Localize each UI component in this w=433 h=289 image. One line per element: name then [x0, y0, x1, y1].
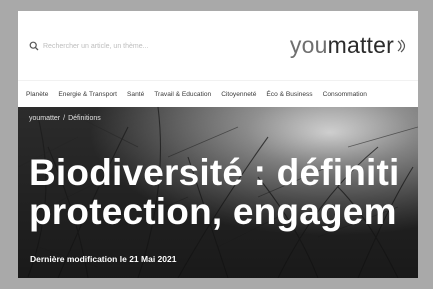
- site-logo[interactable]: you matter: [290, 32, 408, 59]
- nav-item-travail-education[interactable]: Travail & Education: [154, 91, 211, 98]
- article-title: Biodiversité : définiti protection, enga…: [29, 153, 400, 231]
- logo-text-you: you: [289, 32, 328, 58]
- logo-text-matter: matter: [327, 32, 394, 58]
- breadcrumb-definitions-link[interactable]: Définitions: [68, 115, 101, 122]
- search-input[interactable]: Rechercher un article, un thème...: [43, 43, 148, 50]
- last-modified-date: Dernière modification le 21 Mai 2021: [30, 254, 177, 264]
- browser-page: Rechercher un article, un thème... you ma…: [18, 11, 418, 278]
- search-icon: [29, 41, 39, 51]
- nav-item-citoyennete[interactable]: Citoyenneté: [221, 91, 256, 98]
- article-title-line-1: Biodiversité : définiti: [29, 152, 400, 193]
- main-navigation: Planète Energie & Transport Santé Travai…: [18, 80, 418, 108]
- breadcrumb-separator: /: [63, 115, 66, 122]
- hero-banner: youmatter / Définitions Biodiversité : déf…: [18, 107, 418, 278]
- search-bar[interactable]: Rechercher un article, un thème...: [29, 41, 148, 51]
- site-header: Rechercher un article, un thème... you ma…: [18, 11, 418, 79]
- nav-item-eco-business[interactable]: Éco & Business: [266, 91, 312, 98]
- breadcrumb-home-link[interactable]: youmatter: [29, 115, 60, 122]
- article-title-line-2: protection, engagem: [29, 191, 397, 232]
- nav-item-planete[interactable]: Planète: [26, 91, 48, 98]
- nav-item-consommation[interactable]: Consommation: [323, 91, 367, 98]
- breadcrumb: youmatter / Définitions: [29, 115, 101, 122]
- nav-item-sante[interactable]: Santé: [127, 91, 144, 98]
- logo-waves-icon: [397, 39, 406, 52]
- nav-item-energie-transport[interactable]: Energie & Transport: [58, 91, 117, 98]
